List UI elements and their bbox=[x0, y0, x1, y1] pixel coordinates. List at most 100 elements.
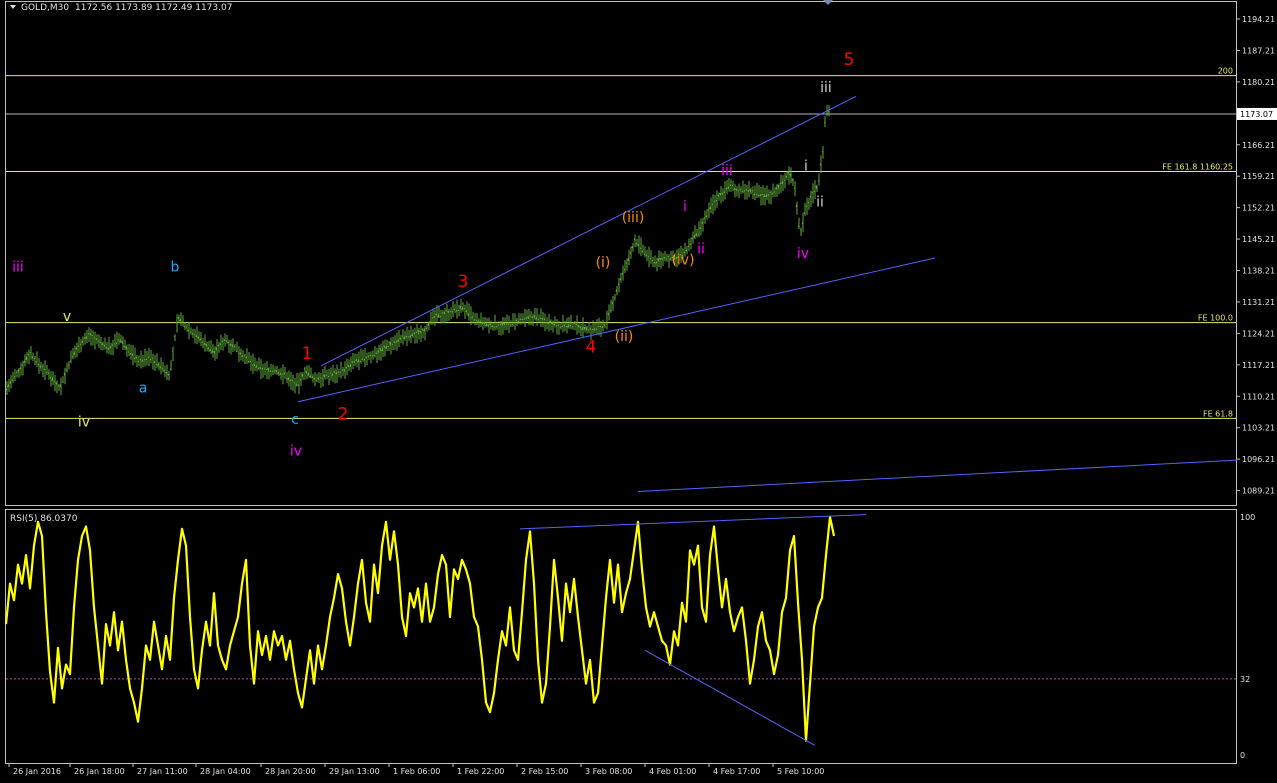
wave-label: c bbox=[291, 412, 299, 428]
price-bar-tick bbox=[644, 254, 645, 255]
x-tick-label: 1 Feb 22:00 bbox=[457, 767, 504, 776]
price-bar-tick bbox=[432, 317, 433, 318]
price-bar-tick bbox=[298, 385, 299, 386]
wave-label: (i) bbox=[596, 255, 611, 271]
price-bar-tick bbox=[800, 230, 801, 231]
wave-label: iv bbox=[78, 414, 90, 430]
y-tick-label: 1131.21 bbox=[1242, 298, 1275, 307]
price-bar-tick bbox=[248, 361, 249, 362]
x-tick-label: 5 Feb 10:00 bbox=[777, 767, 824, 776]
price-bar-tick bbox=[170, 368, 171, 369]
price-bar-tick bbox=[54, 381, 55, 382]
chart-background bbox=[0, 0, 1277, 779]
wave-label: i bbox=[804, 158, 808, 174]
price-bar-tick bbox=[274, 370, 275, 371]
price-bar-tick bbox=[652, 261, 653, 262]
wave-label: 1 bbox=[302, 344, 313, 364]
price-bar-tick bbox=[22, 365, 23, 366]
price-bar-tick bbox=[100, 342, 101, 343]
price-bar-tick bbox=[530, 316, 531, 317]
y-tick-label: 1180.21 bbox=[1242, 78, 1275, 87]
price-bar-tick bbox=[714, 201, 715, 202]
wave-label: (iii) bbox=[622, 210, 645, 226]
price-bar-tick bbox=[690, 244, 691, 245]
price-bar-tick bbox=[292, 380, 293, 381]
price-bar-tick bbox=[408, 336, 409, 337]
wave-label: iv bbox=[290, 444, 302, 460]
y-tick-label: 1166.21 bbox=[1242, 141, 1275, 150]
x-tick-label: 26 Jan 18:00 bbox=[74, 767, 125, 776]
y-tick-label: 1194.21 bbox=[1242, 15, 1275, 24]
wave-label: b bbox=[171, 259, 180, 275]
price-bar-tick bbox=[340, 372, 341, 373]
y-tick-label: 1089.21 bbox=[1242, 487, 1275, 496]
price-bar-tick bbox=[250, 361, 251, 362]
price-bar-tick bbox=[818, 181, 819, 182]
y-tick-label: 1103.21 bbox=[1242, 424, 1275, 433]
price-bar-tick bbox=[370, 355, 371, 356]
price-bar-tick bbox=[576, 324, 577, 325]
price-bar-tick bbox=[246, 357, 247, 358]
wave-label: 2 bbox=[338, 405, 349, 425]
price-bar-tick bbox=[372, 356, 373, 357]
price-bar-tick bbox=[546, 323, 547, 324]
price-bar-tick bbox=[618, 284, 619, 285]
x-tick-label: 27 Jan 11:00 bbox=[137, 767, 188, 776]
price-bar-tick bbox=[758, 195, 759, 196]
price-bar-tick bbox=[540, 318, 541, 319]
price-bar-tick bbox=[752, 190, 753, 191]
level-label: FE 61.8 bbox=[1203, 409, 1233, 418]
price-bar-tick bbox=[174, 336, 175, 337]
price-bar-tick bbox=[66, 369, 67, 370]
price-bar-tick bbox=[474, 320, 475, 321]
x-tick-label: 1 Feb 06:00 bbox=[393, 767, 440, 776]
price-bar-tick bbox=[70, 361, 71, 362]
price-bar-tick bbox=[562, 326, 563, 327]
price-bar-tick bbox=[364, 359, 365, 360]
level-label: 200 bbox=[1218, 67, 1233, 76]
wave-label: ii bbox=[816, 194, 824, 210]
x-tick-label: 28 Jan 04:00 bbox=[200, 767, 251, 776]
ohlc-label: 1172.56 1173.89 1172.49 1173.07 bbox=[75, 3, 232, 13]
y-tick-label: 1138.21 bbox=[1242, 267, 1275, 276]
price-bar-tick bbox=[236, 351, 237, 352]
chart-container: GOLD,M30 1172.56 1173.89 1172.49 1173.07… bbox=[0, 0, 1277, 779]
y-tick-label: 1117.21 bbox=[1242, 361, 1275, 370]
price-bar-tick bbox=[184, 326, 185, 327]
rsi-tick-label: 100 bbox=[1240, 513, 1255, 522]
price-bar-tick bbox=[128, 352, 129, 353]
price-bar-tick bbox=[538, 319, 539, 320]
level-label: FE 161.8 1160.25 bbox=[1162, 163, 1233, 172]
price-bar-tick bbox=[162, 369, 163, 370]
price-bar-tick bbox=[614, 297, 615, 298]
x-tick-label: 2 Feb 15:00 bbox=[521, 767, 568, 776]
y-tick-label: 1110.21 bbox=[1242, 392, 1275, 401]
x-tick-label: 26 Jan 2016 bbox=[13, 767, 61, 776]
chart-svg: GOLD,M30 1172.56 1173.89 1172.49 1173.07… bbox=[0, 0, 1277, 779]
price-bar-tick bbox=[520, 319, 521, 320]
price-bar-tick bbox=[362, 359, 363, 360]
x-tick-label: 4 Feb 17:00 bbox=[713, 767, 760, 776]
wave-label: iii bbox=[820, 80, 832, 96]
price-bar-tick bbox=[218, 345, 219, 346]
wave-label: iii bbox=[12, 259, 24, 275]
wave-label: v bbox=[63, 309, 71, 325]
price-bar-tick bbox=[506, 324, 507, 325]
y-tick-label: 1187.21 bbox=[1242, 46, 1275, 55]
price-bar-tick bbox=[112, 345, 113, 346]
y-tick-label: 1159.21 bbox=[1242, 172, 1275, 181]
price-bar-tick bbox=[774, 192, 775, 193]
level-label: FE 100.0 bbox=[1198, 314, 1233, 323]
y-tick-label: 1096.21 bbox=[1242, 455, 1275, 464]
symbol-label: GOLD,M30 bbox=[21, 3, 69, 13]
price-bar-tick bbox=[654, 263, 655, 264]
price-bar-tick bbox=[152, 358, 153, 359]
rsi-label: RSI(5) 86.0370 bbox=[10, 514, 78, 524]
wave-label: iv bbox=[797, 246, 809, 262]
y-tick-label: 1152.21 bbox=[1242, 204, 1275, 213]
price-bar-tick bbox=[516, 320, 517, 321]
rsi-tick-label: 0 bbox=[1240, 751, 1245, 760]
wave-label: i bbox=[683, 199, 687, 215]
price-bar-tick bbox=[480, 321, 481, 322]
price-bar-tick bbox=[472, 317, 473, 318]
